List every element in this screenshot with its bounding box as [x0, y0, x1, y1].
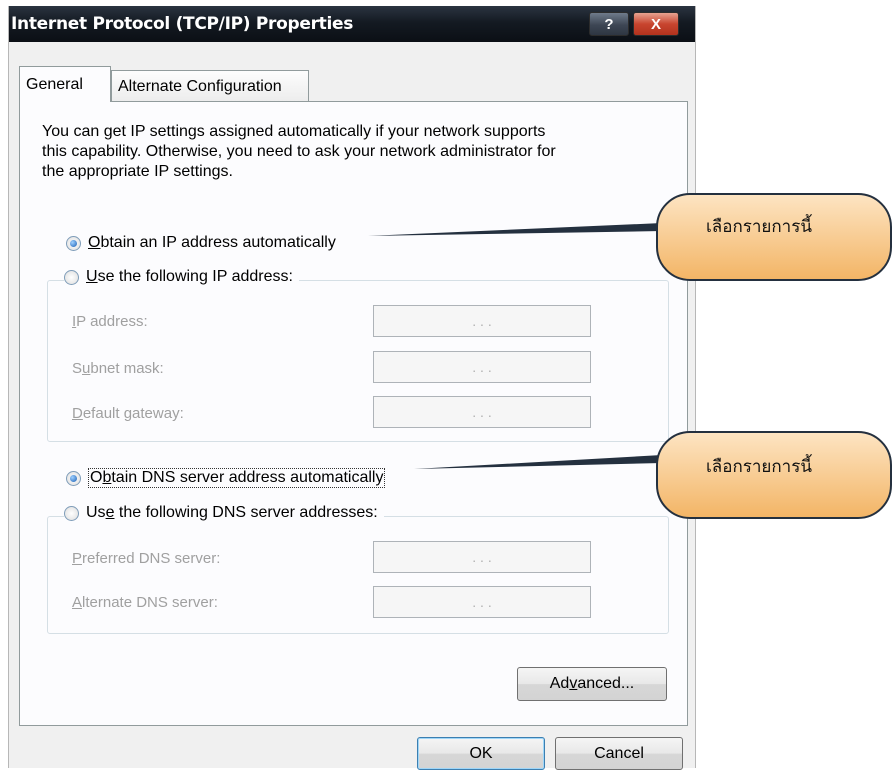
preferred-dns-label: Preferred DNS server: — [72, 550, 221, 567]
use-following-dns-label: Use the following DNS server addresses: — [86, 504, 378, 521]
ip-address-label: IP address: — [72, 313, 148, 330]
callout-text-ip: เลือกรายการนี้ — [706, 217, 812, 237]
use-following-ip-label: Use the following IP address: — [86, 268, 293, 285]
obtain-dns-auto-radio[interactable]: Obtain DNS server address automatically — [66, 468, 386, 488]
close-button[interactable]: X — [633, 12, 679, 36]
subnet-mask-field[interactable]: . . . — [373, 351, 591, 383]
tab-alternate-label: Alternate Configuration — [118, 77, 282, 95]
tcpip-properties-dialog: Internet Protocol (TCP/IP) Properties ? … — [8, 6, 696, 770]
callout-bubble-dns: เลือกรายการนี้ — [656, 431, 892, 519]
general-tab-panel: You can get IP settings assigned automat… — [19, 101, 688, 726]
description-text: You can get IP settings assigned automat… — [42, 123, 556, 180]
radio-checked-icon — [66, 235, 81, 251]
tab-general[interactable]: General — [19, 66, 111, 102]
alternate-dns-label: Alternate DNS server: — [72, 594, 218, 611]
default-gateway-label: Default gateway: — [72, 405, 184, 422]
tab-alternate-configuration[interactable]: Alternate Configuration — [111, 70, 309, 102]
callout-bubble-ip: เลือกรายการนี้ — [656, 193, 892, 281]
ok-button-label: OK — [469, 744, 493, 762]
advanced-button[interactable]: Advanced... — [517, 667, 667, 701]
ip-address-field[interactable]: . . . — [373, 305, 591, 337]
advanced-button-label: Advanced... — [549, 675, 635, 692]
close-icon: X — [650, 15, 661, 33]
cancel-button-label: Cancel — [594, 744, 644, 762]
callout-text-dns: เลือกรายการนี้ — [706, 457, 812, 477]
tab-general-label: General — [26, 75, 83, 93]
preferred-dns-field[interactable]: . . . — [373, 541, 591, 573]
alternate-dns-field[interactable]: . . . — [373, 586, 591, 618]
obtain-dns-auto-label: Obtain DNS server address automatically — [88, 468, 386, 488]
ok-button[interactable]: OK — [417, 737, 545, 770]
obtain-ip-auto-radio[interactable]: Obtain an IP address automatically — [66, 234, 336, 252]
help-button[interactable]: ? — [589, 12, 629, 36]
radio-checked-icon — [66, 470, 81, 486]
use-following-ip-radio[interactable]: Use the following IP address: — [64, 268, 299, 286]
subnet-mask-label: Subnet mask: — [72, 360, 164, 377]
window-title: Internet Protocol (TCP/IP) Properties — [11, 14, 354, 34]
radio-unchecked-icon — [64, 505, 79, 521]
default-gateway-field[interactable]: . . . — [373, 396, 591, 428]
title-bar[interactable]: Internet Protocol (TCP/IP) Properties ? … — [9, 6, 695, 42]
radio-unchecked-icon — [64, 269, 79, 285]
cancel-button[interactable]: Cancel — [555, 737, 683, 770]
use-following-dns-radio[interactable]: Use the following DNS server addresses: — [64, 504, 384, 522]
obtain-ip-auto-label: Obtain an IP address automatically — [88, 234, 336, 251]
help-icon: ? — [604, 15, 614, 33]
